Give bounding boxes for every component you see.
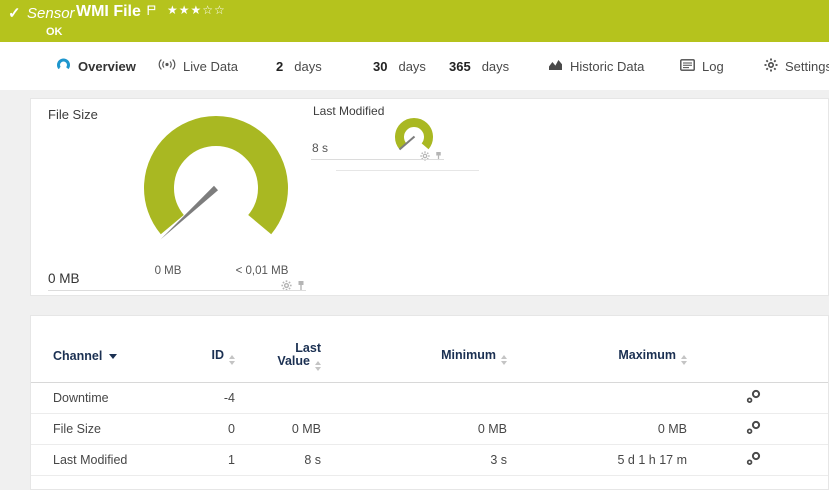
tab-30-days-number: 30 xyxy=(373,59,387,74)
tab-overview[interactable]: Overview xyxy=(56,42,136,90)
channel-maximum: 5 d 1 h 17 m xyxy=(507,453,687,467)
file-size-widget-divider xyxy=(48,290,306,291)
tab-30-days-unit: days xyxy=(398,59,425,74)
tab-2-days-unit: days xyxy=(294,59,321,74)
channel-id: 1 xyxy=(203,453,235,467)
gauge-gear-icon[interactable] xyxy=(420,148,430,166)
tab-live-data-label: Live Data xyxy=(183,59,238,74)
channel-settings-icon[interactable] xyxy=(687,420,798,438)
file-size-current-value: 0 MB xyxy=(48,271,80,286)
tab-settings-label: Settings xyxy=(785,59,829,74)
last-modified-widget-divider-2 xyxy=(336,170,479,171)
tab-2-days-number: 2 xyxy=(276,59,283,74)
flag-icon[interactable] xyxy=(147,3,156,21)
sensor-header: ✓ Sensor WMI File ★★★☆☆ OK xyxy=(0,0,829,42)
priority-stars[interactable]: ★★★☆☆ xyxy=(167,3,226,17)
column-header-maximum-label: Maximum xyxy=(618,348,676,362)
column-header-id-label: ID xyxy=(212,348,225,362)
gauge-pin-icon[interactable] xyxy=(296,278,306,296)
channels-table-header-row: Channel ID Last Value Minimum Maximum xyxy=(31,330,828,383)
gauge-icon xyxy=(56,57,71,75)
gauge-pin-icon[interactable] xyxy=(434,148,443,166)
channel-settings-icon[interactable] xyxy=(687,389,798,407)
column-header-minimum[interactable]: Minimum xyxy=(321,348,507,365)
area-chart-icon xyxy=(548,58,563,74)
channel-id: 0 xyxy=(203,422,235,436)
sensor-status-badge: OK xyxy=(46,26,63,38)
channel-last-value: 8 s xyxy=(235,453,321,467)
column-header-maximum[interactable]: Maximum xyxy=(507,348,687,365)
tab-settings[interactable]: Settings xyxy=(764,42,829,90)
tab-365-days-unit: days xyxy=(482,59,509,74)
tab-overview-label: Overview xyxy=(78,59,136,74)
table-row-file-size: File Size 0 0 MB 0 MB 0 MB xyxy=(31,414,828,445)
channel-last-value: 0 MB xyxy=(235,422,321,436)
tab-365-days[interactable]: 365 days xyxy=(449,42,509,90)
tab-historic-data[interactable]: Historic Data xyxy=(548,42,644,90)
gear-icon xyxy=(764,58,778,75)
column-header-channel-label: Channel xyxy=(53,349,102,363)
channel-minimum: 3 s xyxy=(321,453,507,467)
overview-gauges-panel: File Size 0 MB < 0,01 MB 0 MB xyxy=(30,98,829,296)
tab-log[interactable]: Log xyxy=(680,42,724,90)
column-header-last-value-line2: Value xyxy=(277,354,310,368)
last-modified-widget-divider xyxy=(311,159,444,160)
table-row-downtime: Downtime -4 xyxy=(31,383,828,414)
tab-log-label: Log xyxy=(702,59,724,74)
last-modified-current-value: 8 s xyxy=(312,141,328,155)
log-window-icon xyxy=(680,59,695,74)
gauge-gear-icon[interactable] xyxy=(281,278,292,296)
tab-365-days-number: 365 xyxy=(449,59,471,74)
file-size-gauge-min-label: 0 MB xyxy=(138,265,198,277)
sensor-kind-label: Sensor xyxy=(27,5,75,22)
tab-live-data[interactable]: Live Data xyxy=(158,42,238,90)
tab-historic-data-label: Historic Data xyxy=(570,59,644,74)
channel-id: -4 xyxy=(203,391,235,405)
channel-name[interactable]: Last Modified xyxy=(53,453,203,467)
file-size-gauge xyxy=(131,109,301,264)
sort-arrows-icon xyxy=(681,355,687,365)
file-size-gauge-max-label: < 0,01 MB xyxy=(227,265,297,277)
sensor-title: WMI File xyxy=(76,3,141,21)
tab-bar: Overview Live Data 2 days 30 days 365 da… xyxy=(0,42,829,90)
channel-name[interactable]: Downtime xyxy=(53,391,203,405)
channels-table-panel: Channel ID Last Value Minimum Maximum Do… xyxy=(30,315,829,490)
chevron-down-icon xyxy=(109,354,117,359)
channel-settings-icon[interactable] xyxy=(687,451,798,469)
last-modified-gauge-title: Last Modified xyxy=(313,104,384,118)
column-header-id[interactable]: ID xyxy=(203,348,235,365)
live-signal-icon xyxy=(158,58,176,74)
column-header-minimum-label: Minimum xyxy=(441,348,496,362)
file-size-gauge-title: File Size xyxy=(48,107,98,122)
tab-2-days[interactable]: 2 days xyxy=(276,42,322,90)
column-header-last-value[interactable]: Last Value xyxy=(235,342,321,371)
stars-empty-icon: ☆☆ xyxy=(202,3,226,17)
stars-filled-icon: ★★★ xyxy=(167,3,202,17)
table-row-last-modified: Last Modified 1 8 s 3 s 5 d 1 h 17 m xyxy=(31,445,828,476)
channel-maximum: 0 MB xyxy=(507,422,687,436)
column-header-channel[interactable]: Channel xyxy=(53,349,203,363)
tab-30-days[interactable]: 30 days xyxy=(373,42,426,90)
channel-name[interactable]: File Size xyxy=(53,422,203,436)
status-check-icon: ✓ xyxy=(8,4,21,22)
channel-minimum: 0 MB xyxy=(321,422,507,436)
